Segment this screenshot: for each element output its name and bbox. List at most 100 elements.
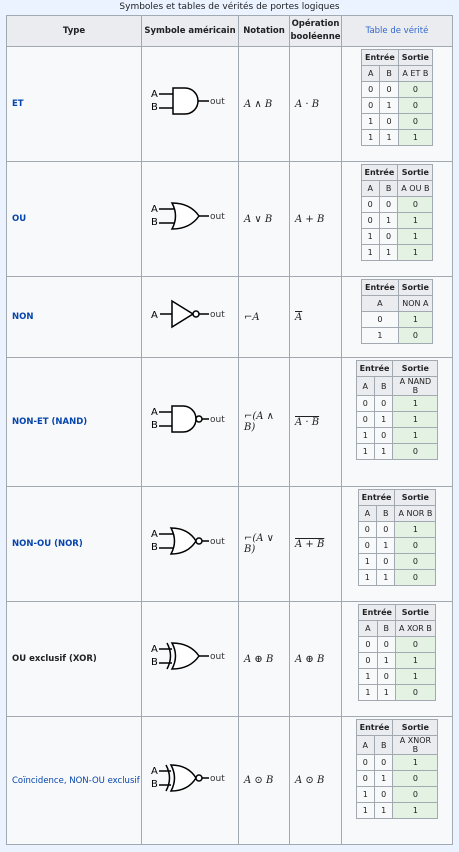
gate-label-a: A bbox=[151, 89, 158, 100]
tt-col-header: ABA NAND B bbox=[355, 376, 439, 396]
header-op-line2: booléenne bbox=[290, 32, 341, 42]
header-truth-table-link[interactable]: Table de vérité bbox=[341, 15, 453, 47]
tt-col-header: ABA ET B bbox=[360, 65, 433, 82]
tt-col-out: A ET B bbox=[397, 65, 433, 82]
tt-cell: 0 bbox=[373, 427, 394, 444]
tt-cell: 1 bbox=[360, 244, 380, 261]
type-link-xnor[interactable]: Coïncidence, NON-OU exclusif bbox=[6, 716, 142, 845]
gate-label-out: out bbox=[210, 310, 225, 320]
tt-col-header: ABA XOR B bbox=[358, 620, 436, 637]
gate-label-a: A bbox=[151, 310, 158, 321]
tt-cell: 1 bbox=[378, 244, 399, 261]
tt-cell: 1 bbox=[378, 212, 399, 229]
tt-cell: 1 bbox=[397, 311, 433, 328]
symbol-cell-non: A out bbox=[141, 276, 239, 358]
tt-cell: 1 bbox=[394, 668, 436, 685]
tt-group-header: Entrée Sortie bbox=[361, 279, 433, 296]
tt-col-a: A bbox=[360, 65, 381, 82]
tt-cell: 1 bbox=[357, 569, 378, 586]
truth-table-xnor: Entrée Sortie A B A XNOR B001010100111 bbox=[342, 719, 452, 819]
gate-label-b: B bbox=[151, 102, 158, 113]
operation-non-text: A bbox=[295, 311, 303, 323]
tt-group-header: Entrée Sortie bbox=[361, 49, 433, 66]
gate-label-out: out bbox=[210, 774, 225, 784]
tt-cell: 1 bbox=[394, 652, 436, 669]
tt-row: 000 bbox=[360, 196, 434, 213]
tt-col-b: B bbox=[376, 505, 396, 522]
tt-group-header: Entrée Sortie bbox=[360, 164, 434, 181]
truth-table-ou: Entrée Sortie A B A OU B000011101111 bbox=[342, 164, 452, 261]
tt-cell: 1 bbox=[392, 427, 439, 444]
tt-cell: 0 bbox=[373, 786, 394, 803]
tt-cell: 0 bbox=[355, 395, 375, 412]
operation-non: A bbox=[289, 276, 342, 358]
tt-cell: 1 bbox=[376, 569, 396, 586]
tt-cell: 1 bbox=[355, 443, 375, 460]
truth-table-non: Entrée Sortie A NON A0110 bbox=[342, 279, 452, 344]
tt-cell: 1 bbox=[360, 129, 381, 146]
header-symbol: Symbole américain bbox=[141, 15, 239, 47]
tt-cell: 1 bbox=[397, 129, 433, 146]
or-gate-icon: A B out bbox=[151, 202, 225, 230]
operation-xnor: A ⊙ B bbox=[289, 716, 342, 845]
truth-table: Entrée Sortie A B A XNOR B001010100111 bbox=[355, 719, 439, 819]
type-link-et[interactable]: ET bbox=[6, 46, 142, 162]
type-link-nand[interactable]: NON-ET (NAND) bbox=[6, 357, 142, 487]
gate-label-b: B bbox=[151, 217, 158, 228]
notation-xnor: A ⊙ B bbox=[238, 716, 290, 845]
operation-ou: A + B bbox=[289, 161, 342, 277]
tt-cell: 1 bbox=[397, 244, 434, 261]
type-link-nor[interactable]: NON-OU (NOR) bbox=[6, 486, 142, 602]
tt-cell: 0 bbox=[361, 311, 399, 328]
logic-gates-table: Type Symbole américain Notation Opératio… bbox=[6, 15, 453, 845]
symbol-cell-xor: A B out bbox=[141, 601, 239, 717]
tt-cell: 1 bbox=[373, 802, 394, 819]
tt-cell: 0 bbox=[357, 521, 378, 538]
row-xor: OU exclusif (XOR) A B out A ⊕ B A ⊕ B En… bbox=[6, 601, 453, 717]
tt-cell: 1 bbox=[358, 668, 378, 685]
tt-input-header: Entrée bbox=[361, 49, 399, 66]
tt-cell: 1 bbox=[394, 521, 437, 538]
truth-cell-xor: Entrée Sortie A B A XOR B000011101110 bbox=[341, 601, 453, 717]
tt-row: 000 bbox=[358, 636, 436, 653]
type-link-ou[interactable]: OU bbox=[6, 161, 142, 277]
tt-cell: 0 bbox=[358, 636, 378, 653]
tt-cell: 0 bbox=[397, 81, 433, 98]
notation-xor: A ⊕ B bbox=[238, 601, 290, 717]
tt-row: 110 bbox=[355, 443, 439, 460]
row-nor: NON-OU (NOR) A B out ⌐(A ∨ B) A + B Entr… bbox=[6, 486, 453, 602]
tt-cell: 1 bbox=[392, 802, 439, 819]
tt-col-out: A XNOR B bbox=[392, 735, 439, 755]
tt-cell: 1 bbox=[397, 212, 434, 229]
symbol-cell-xnor: A B out bbox=[141, 716, 239, 845]
notation-nor: ⌐(A ∨ B) bbox=[238, 486, 290, 602]
tt-row: 100 bbox=[360, 113, 433, 130]
gate-label-b: B bbox=[151, 779, 158, 790]
tt-group-header: Entrée Sortie bbox=[355, 360, 439, 377]
tt-cell: 1 bbox=[379, 97, 399, 114]
symbol-cell-ou: A B out bbox=[141, 161, 239, 277]
type-link-xor[interactable]: OU exclusif (XOR) bbox=[6, 601, 142, 717]
tt-col-b: B bbox=[373, 735, 394, 755]
truth-table: Entrée Sortie A B A OU B000011101111 bbox=[360, 164, 434, 261]
tt-row: 010 bbox=[355, 770, 439, 787]
type-link-non[interactable]: NON bbox=[6, 276, 142, 358]
tt-row: 101 bbox=[355, 427, 439, 444]
truth-table: Entrée Sortie A B A ET B000010100111 bbox=[360, 49, 433, 146]
tt-cell: 0 bbox=[378, 196, 399, 213]
tt-cell: 0 bbox=[379, 113, 399, 130]
tt-cell: 0 bbox=[378, 228, 399, 245]
tt-row: 001 bbox=[355, 754, 439, 771]
notation-ou: A ∨ B bbox=[238, 161, 290, 277]
tt-output-header: Sortie bbox=[397, 279, 433, 296]
tt-cell: 0 bbox=[376, 668, 396, 685]
tt-cell: 0 bbox=[392, 786, 439, 803]
tt-row: 101 bbox=[358, 668, 436, 685]
tt-cell: 1 bbox=[376, 652, 396, 669]
row-ou: OU A B out A ∨ B A + B Entrée Sortie A B A O… bbox=[6, 161, 453, 277]
tt-row: 111 bbox=[355, 802, 439, 819]
tt-output-header: Sortie bbox=[394, 489, 437, 506]
nand-gate-icon: A B out bbox=[151, 405, 225, 433]
tt-cell: 0 bbox=[394, 636, 436, 653]
tt-row: 100 bbox=[355, 786, 439, 803]
